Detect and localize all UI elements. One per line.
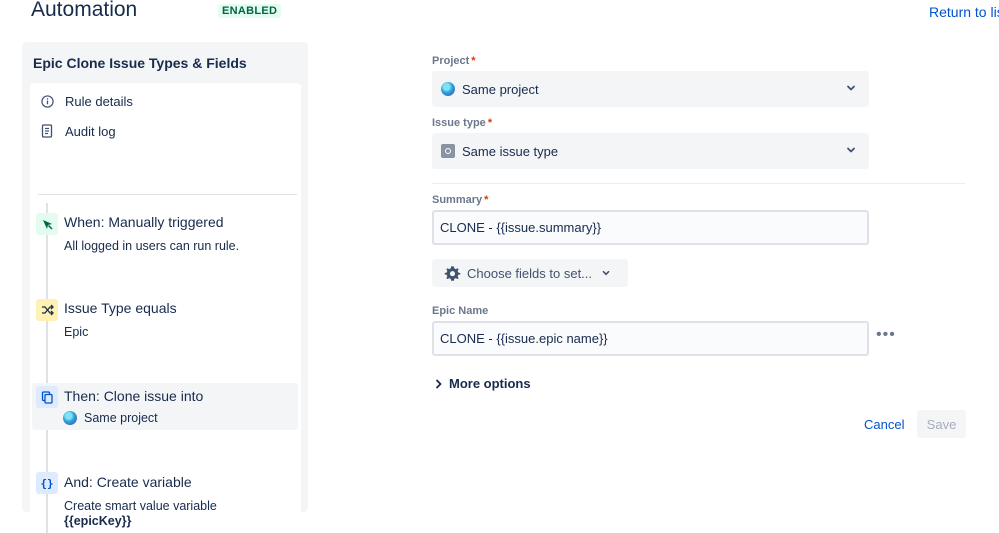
document-icon: [40, 124, 54, 138]
step-description: All logged in users can run rule.: [64, 239, 240, 253]
section-divider: [432, 183, 965, 184]
project-select-value: Same project: [462, 81, 539, 97]
step-create-variable[interactable]: {} And: Create variable Create smart val…: [32, 468, 298, 528]
more-options-label: More options: [449, 376, 531, 391]
step-condition[interactable]: Issue Type equals Epic: [32, 293, 298, 353]
step-title: Then: Clone issue into: [64, 388, 204, 404]
divider: [38, 194, 297, 195]
required-asterisk: *: [487, 117, 493, 129]
copy-icon: [36, 386, 58, 408]
step-variable-name: {{epicKey}}: [64, 514, 132, 528]
audit-log-label: Audit log: [65, 123, 116, 139]
project-avatar-icon: [441, 82, 455, 96]
page-title: Automation: [31, 0, 138, 21]
project-select[interactable]: Same project: [432, 71, 869, 107]
step-description: Same project: [63, 411, 158, 425]
required-asterisk: *: [471, 55, 476, 67]
epic-name-input[interactable]: CLONE - {{issue.epic name}}: [432, 321, 869, 356]
step-description-text: Same project: [84, 411, 158, 425]
summary-input[interactable]: CLONE - {{issue.summary}}: [432, 210, 869, 245]
chevron-down-icon: [600, 267, 612, 279]
step-description: Create smart value variable: [64, 499, 217, 513]
rule-sidebar: Epic Clone Issue Types & Fields Rule det…: [22, 42, 308, 533]
issue-type-select-value: Same issue type: [462, 143, 559, 159]
rule-details-link[interactable]: Rule details: [40, 90, 133, 112]
audit-log-link[interactable]: Audit log: [40, 120, 116, 142]
epic-name-label: Epic Name: [432, 305, 489, 317]
chevron-down-icon: [844, 143, 858, 160]
rule-name: Epic Clone Issue Types & Fields: [33, 55, 247, 71]
project-avatar-icon: [63, 411, 77, 425]
issue-type-label: Issue type *: [432, 117, 493, 129]
choose-fields-label: Choose fields to set...: [467, 265, 593, 281]
info-icon: [40, 94, 54, 108]
cancel-button[interactable]: Cancel: [856, 410, 912, 438]
step-title: Issue Type equals: [64, 300, 177, 316]
status-badge: ENABLED: [218, 4, 282, 18]
step-trigger[interactable]: When: Manually triggered All logged in u…: [32, 206, 298, 266]
choose-fields-button[interactable]: Choose fields to set...: [432, 259, 628, 287]
save-button[interactable]: Save: [917, 410, 966, 438]
braces-icon: {}: [36, 472, 58, 494]
chevron-right-icon: [435, 379, 443, 389]
summary-label: Summary *: [432, 194, 489, 206]
more-options-toggle[interactable]: More options: [435, 376, 531, 391]
issue-type-select[interactable]: Same issue type: [432, 133, 869, 169]
return-to-list-link[interactable]: Return to list: [929, 4, 999, 20]
shuffle-icon: [36, 299, 58, 321]
rule-details-label: Rule details: [65, 93, 133, 109]
step-description: Epic: [64, 325, 89, 339]
step-title: When: Manually triggered: [64, 214, 224, 230]
project-label: Project *: [432, 55, 476, 67]
gear-icon: [444, 265, 461, 282]
rule-steps-panel: Rule details Audit log When: Manually tr…: [30, 83, 301, 533]
cursor-click-icon: [36, 213, 58, 235]
step-title: And: Create variable: [64, 474, 192, 490]
required-asterisk: *: [484, 194, 489, 206]
issue-type-icon: [441, 144, 455, 158]
step-clone-issue[interactable]: Then: Clone issue into Same project: [32, 383, 298, 430]
chevron-down-icon: [844, 81, 858, 98]
more-actions-icon[interactable]: •••: [876, 326, 896, 344]
